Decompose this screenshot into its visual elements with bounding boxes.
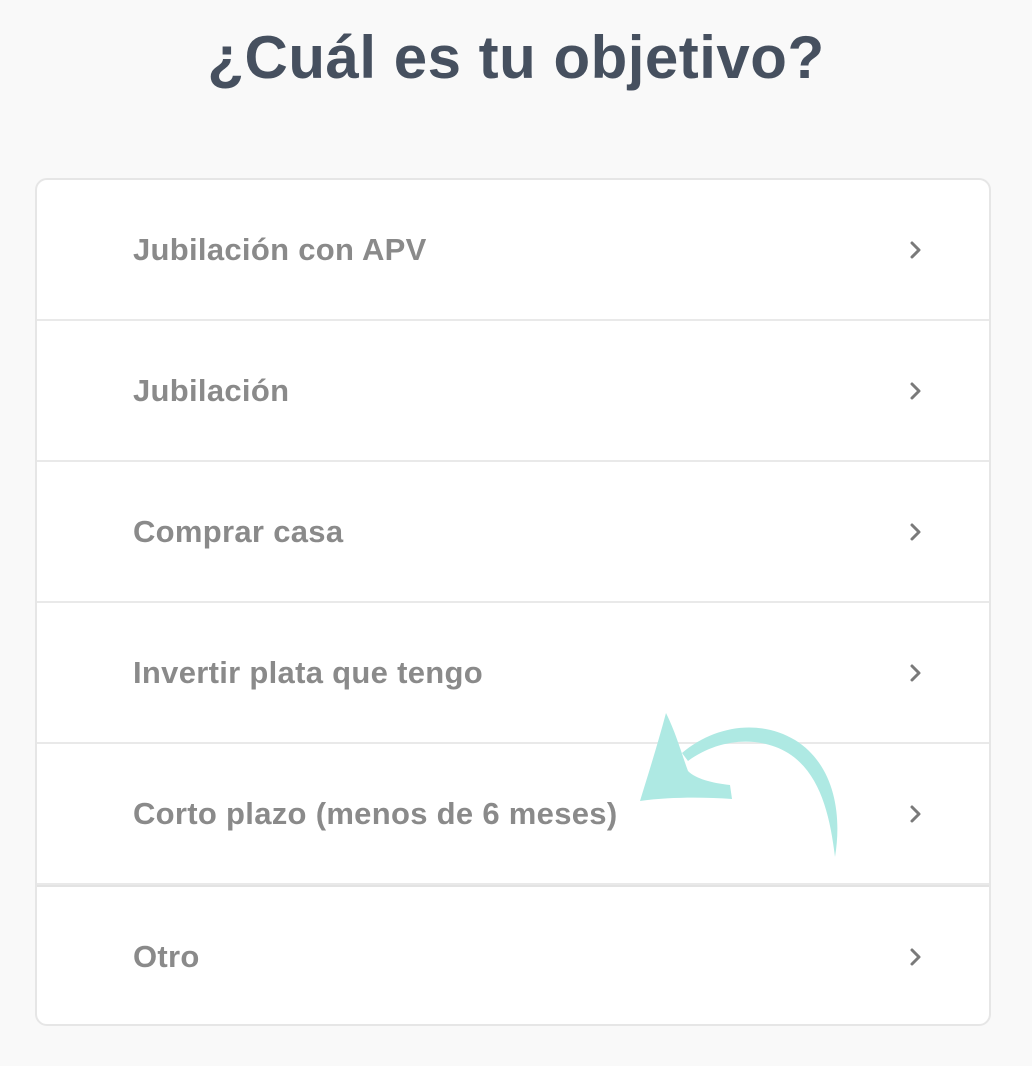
options-list: Jubilación con APV Jubilación Comprar ca… [35, 178, 991, 1026]
chevron-right-icon [905, 521, 927, 543]
option-label: Jubilación [133, 372, 290, 408]
option-jubilacion[interactable]: Jubilación [37, 321, 989, 462]
chevron-right-icon [905, 239, 927, 261]
objective-page: ¿Cuál es tu objetivo? Jubilación con APV… [0, 0, 1032, 1066]
option-label: Jubilación con APV [133, 231, 427, 267]
chevron-right-icon [905, 803, 927, 825]
option-corto-plazo[interactable]: Corto plazo (menos de 6 meses) [37, 744, 989, 885]
page-title: ¿Cuál es tu objetivo? [207, 24, 825, 91]
chevron-right-icon [905, 662, 927, 684]
option-jubilacion-apv[interactable]: Jubilación con APV [37, 180, 989, 321]
option-label: Invertir plata que tengo [133, 654, 483, 690]
option-label: Comprar casa [133, 513, 344, 549]
chevron-right-icon [905, 380, 927, 402]
option-otro[interactable]: Otro [37, 885, 989, 1024]
option-label: Otro [133, 938, 200, 974]
chevron-right-icon [905, 946, 927, 968]
option-comprar-casa[interactable]: Comprar casa [37, 462, 989, 603]
option-invertir-plata[interactable]: Invertir plata que tengo [37, 603, 989, 744]
option-label: Corto plazo (menos de 6 meses) [133, 795, 618, 831]
